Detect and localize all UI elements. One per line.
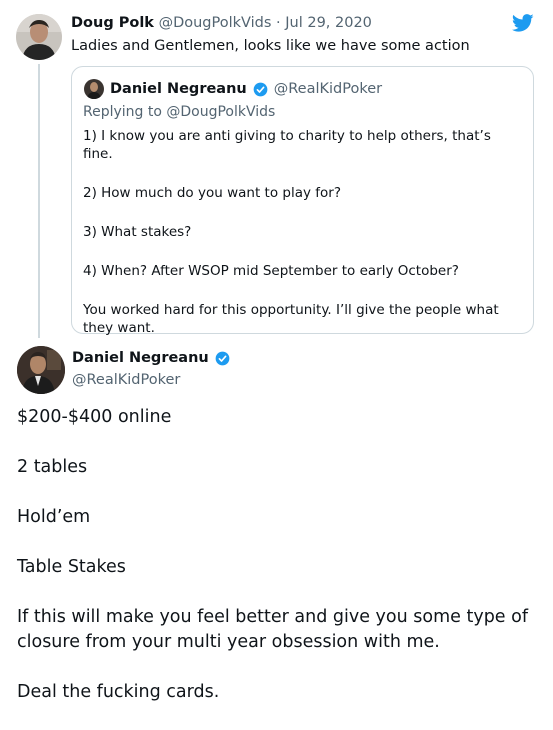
quoted-tweet-author-name[interactable]: Daniel Negreanu — [110, 81, 247, 97]
avatar-quoted-daniel-negreanu — [84, 79, 104, 99]
main-tweet-author-name-row: Daniel Negreanu — [72, 350, 236, 366]
avatar-daniel-negreanu-image — [17, 346, 65, 394]
main-tweet-author-handle[interactable]: @RealKidPoker — [72, 372, 180, 388]
main-tweet-paragraph: Deal the fucking cards. — [17, 682, 220, 702]
main-tweet-body: $200-$400 online 2 tables Hold’em Table … — [17, 405, 542, 730]
top-tweet-separator: · — [276, 15, 281, 31]
quoted-tweet-paragraph: You worked hard for this opportunity. I’… — [83, 302, 499, 336]
avatar-doug-polk[interactable] — [16, 14, 62, 60]
main-tweet-paragraph: 2 tables — [17, 457, 88, 477]
top-tweet-text: Ladies and Gentlemen, looks like we have… — [71, 38, 470, 54]
quoted-tweet-paragraph: 4) When? After WSOP mid September to ear… — [83, 263, 459, 279]
quoted-tweet-replying-to: Replying to @DougPolkVids — [83, 104, 276, 120]
thread-connector-line — [38, 64, 40, 338]
quoted-tweet-paragraph: 3) What stakes? — [83, 224, 192, 240]
quoted-tweet-paragraph: 1) I know you are anti giving to charity… — [83, 128, 491, 162]
verified-badge-icon — [253, 82, 268, 97]
quoted-tweet-header: Daniel Negreanu @RealKidPoker — [84, 79, 382, 99]
main-tweet-paragraph: Hold’em — [17, 507, 91, 527]
top-tweet-date[interactable]: Jul 29, 2020 — [285, 15, 372, 31]
main-tweet-paragraph: Table Stakes — [17, 557, 126, 577]
main-tweet-paragraph: If this will make you feel better and gi… — [17, 607, 528, 652]
twitter-bird-icon — [511, 12, 535, 34]
quoted-tweet-paragraph: 2) How much do you want to play for? — [83, 185, 341, 201]
top-tweet-author-handle[interactable]: @DougPolkVids — [159, 15, 272, 31]
quoted-tweet-author-handle[interactable]: @RealKidPoker — [274, 81, 382, 97]
avatar-daniel-negreanu[interactable] — [17, 346, 65, 394]
verified-badge-icon — [215, 351, 230, 366]
quoted-tweet-card[interactable]: Daniel Negreanu @RealKidPoker Replying t… — [71, 66, 534, 337]
main-tweet-paragraph: $200-$400 online — [17, 407, 172, 427]
top-tweet-author-name[interactable]: Doug Polk — [71, 15, 154, 31]
top-tweet-header: Doug Polk @DougPolkVids · Jul 29, 2020 — [71, 15, 372, 31]
main-tweet-author-name[interactable]: Daniel Negreanu — [72, 350, 209, 366]
avatar-doug-polk-image — [16, 14, 62, 60]
quoted-tweet-body: 1) I know you are anti giving to charity… — [83, 127, 523, 337]
